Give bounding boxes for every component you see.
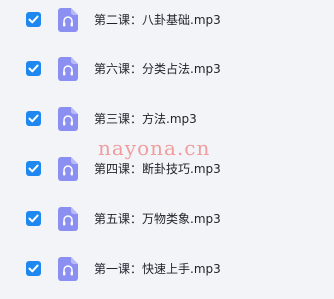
checkmark-icon: [28, 214, 39, 223]
checked-checkbox[interactable]: [26, 111, 41, 126]
checkmark-icon: [28, 15, 39, 24]
file-name: 第五课：万物类象.mp3: [94, 212, 221, 226]
audio-file-icon: [58, 207, 78, 231]
file-row[interactable]: 第六课：分类占法.mp3: [0, 50, 334, 90]
audio-file-icon: [58, 157, 78, 181]
audio-file-icon: [58, 57, 78, 81]
file-row[interactable]: 第一课：快速上手.mp3: [0, 250, 334, 290]
file-name: 第六课：分类占法.mp3: [94, 62, 221, 76]
audio-file-icon: [58, 8, 78, 32]
file-list: 第二课：八卦基础.mp3 第六课：分类占法.mp3 第三课：方法.mp3 第四课…: [0, 0, 334, 299]
file-row[interactable]: 第二课：八卦基础.mp3: [0, 1, 334, 41]
file-name: 第一课：快速上手.mp3: [94, 262, 221, 276]
file-row[interactable]: 第三课：方法.mp3: [0, 100, 334, 140]
checked-checkbox[interactable]: [26, 161, 41, 176]
audio-file-icon: [58, 107, 78, 131]
checked-checkbox[interactable]: [26, 61, 41, 76]
checked-checkbox[interactable]: [26, 12, 41, 27]
checkmark-icon: [28, 64, 39, 73]
file-row[interactable]: 第四课：断卦技巧.mp3: [0, 150, 334, 190]
audio-file-icon: [58, 257, 78, 281]
file-name: 第四课：断卦技巧.mp3: [94, 162, 221, 176]
file-row[interactable]: 第五课：万物类象.mp3: [0, 200, 334, 240]
checkmark-icon: [28, 264, 39, 273]
file-name: 第三课：方法.mp3: [94, 112, 197, 126]
checked-checkbox[interactable]: [26, 211, 41, 226]
file-name: 第二课：八卦基础.mp3: [94, 13, 221, 27]
checked-checkbox[interactable]: [26, 261, 41, 276]
checkmark-icon: [28, 164, 39, 173]
checkmark-icon: [28, 114, 39, 123]
